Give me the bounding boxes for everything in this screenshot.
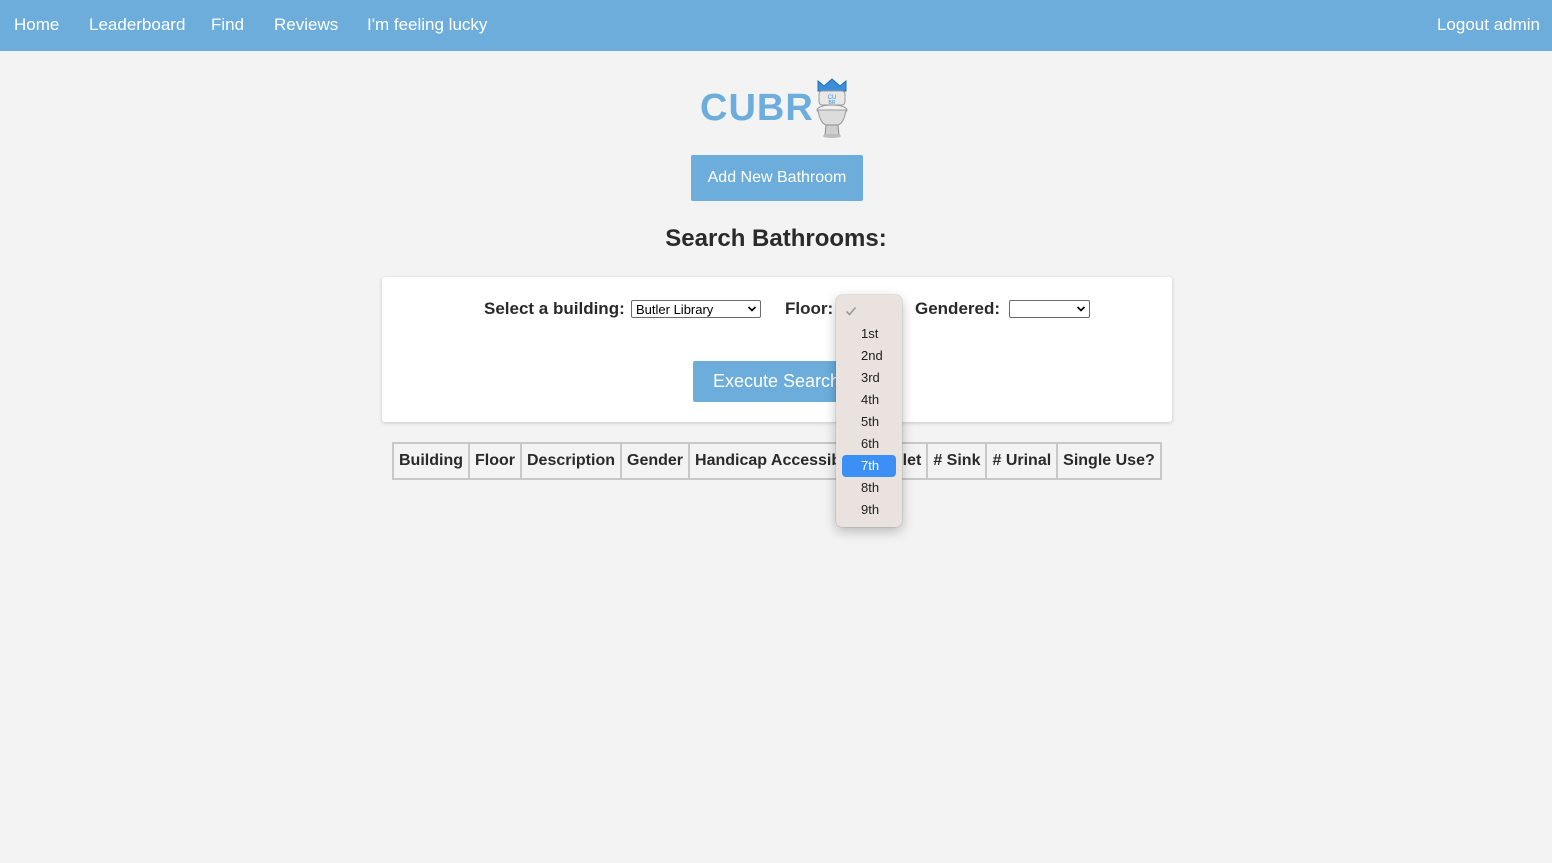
add-new-bathroom-button[interactable]: Add New Bathroom <box>691 155 863 201</box>
building-label: Select a building: <box>484 299 625 318</box>
brand-title: CUBR <box>700 87 814 129</box>
floor-option-blank[interactable] <box>842 301 896 323</box>
floor-option-1st[interactable]: 1st <box>842 323 896 345</box>
toilet-crown-logo-icon: CU BR <box>816 78 848 138</box>
floor-dropdown-menu[interactable]: 1st 2nd 3rd 4th 5th 6th 7th 8th 9th <box>836 295 902 527</box>
nav-find-link[interactable]: Find <box>211 15 244 35</box>
header-single-use: Single Use? <box>1057 443 1161 479</box>
gendered-select[interactable] <box>1009 300 1090 318</box>
header-building: Building <box>393 443 469 479</box>
search-title: Search Bathrooms: <box>665 225 887 252</box>
floor-label: Floor: <box>785 299 834 318</box>
header-sink-count: # Sink <box>927 443 987 479</box>
header-gender: Gender <box>621 443 690 479</box>
floor-option-6th[interactable]: 6th <box>842 433 896 455</box>
results-table: Building Floor Description Gender Handic… <box>392 442 1162 480</box>
nav-logout-link[interactable]: Logout admin <box>1437 15 1540 35</box>
floor-option-3rd[interactable]: 3rd <box>842 367 896 389</box>
execute-search-button[interactable]: Execute Search <box>693 361 857 402</box>
header-floor: Floor <box>468 443 521 479</box>
nav-reviews-link[interactable]: Reviews <box>274 15 338 35</box>
nav-lucky-link[interactable]: I'm feeling lucky <box>367 15 487 35</box>
header-handicap-accessible: Handicap Accessible <box>689 443 861 479</box>
floor-option-9th[interactable]: 9th <box>842 499 896 521</box>
top-navbar: Home Leaderboard Find Reviews I'm feelin… <box>0 0 1552 51</box>
floor-option-4th[interactable]: 4th <box>842 389 896 411</box>
gendered-label: Gendered: <box>915 299 1001 318</box>
building-select[interactable]: Butler Library <box>631 300 761 318</box>
nav-home-link[interactable]: Home <box>14 15 59 35</box>
chevron-down-icon <box>1076 306 1086 312</box>
search-panel: Select a building: Butler Library Floor:… <box>382 277 1172 422</box>
floor-option-2nd[interactable]: 2nd <box>842 345 896 367</box>
table-header-row: Building Floor Description Gender Handic… <box>393 443 1161 479</box>
chevron-down-icon <box>747 306 757 312</box>
floor-option-7th[interactable]: 7th <box>842 455 896 477</box>
nav-leaderboard-link[interactable]: Leaderboard <box>89 15 185 35</box>
header-urinal-count: # Urinal <box>986 443 1058 479</box>
header-description: Description <box>520 443 621 479</box>
building-select-value: Butler Library <box>636 302 714 317</box>
floor-option-5th[interactable]: 5th <box>842 411 896 433</box>
floor-option-8th[interactable]: 8th <box>842 477 896 499</box>
